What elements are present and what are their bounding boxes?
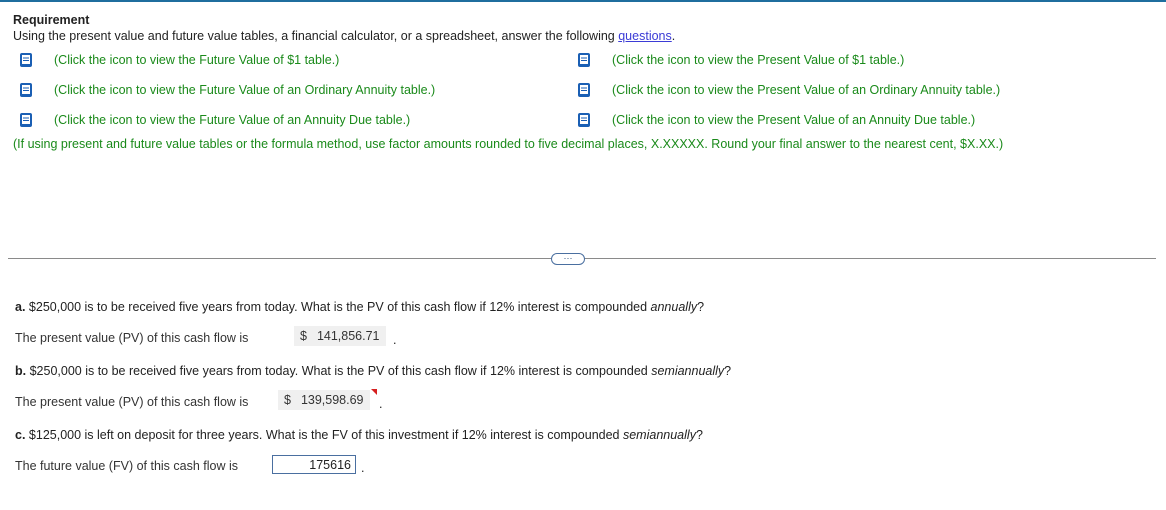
rounding-note: (If using present and future value table… xyxy=(13,137,1004,151)
top-accent-bar xyxy=(0,0,1166,2)
question-c: c. $125,000 is left on deposit for three… xyxy=(15,428,703,442)
table-book-icon[interactable] xyxy=(18,52,34,68)
answer-c-period: . xyxy=(361,461,365,475)
answer-a-value: $141,856.71 xyxy=(294,326,386,346)
answer-b-value: $139,598.69 xyxy=(278,390,370,410)
answer-b-period: . xyxy=(379,397,383,411)
answer-b-label: The present value (PV) of this cash flow… xyxy=(15,395,249,409)
pv-single-table-link[interactable]: (Click the icon to view the Present Valu… xyxy=(576,52,904,68)
requirement-title: Requirement xyxy=(13,13,90,27)
fv-answer-input[interactable] xyxy=(272,455,356,474)
questions-link[interactable]: questions xyxy=(618,29,672,43)
table-book-icon[interactable] xyxy=(18,82,34,98)
more-options-button[interactable]: ··· xyxy=(551,253,585,265)
answer-a-period: . xyxy=(393,333,397,347)
question-a: a. $250,000 is to be received five years… xyxy=(15,300,705,314)
requirement-text: Using the present value and future value… xyxy=(13,29,676,43)
table-book-icon[interactable] xyxy=(576,82,592,98)
pv-ordinary-annuity-table-link[interactable]: (Click the icon to view the Present Valu… xyxy=(576,82,1000,98)
incorrect-flag-icon xyxy=(371,389,377,395)
table-book-icon[interactable] xyxy=(576,112,592,128)
fv-annuity-due-table-link[interactable]: (Click the icon to view the Future Value… xyxy=(18,112,410,128)
fv-ordinary-annuity-table-link[interactable]: (Click the icon to view the Future Value… xyxy=(18,82,435,98)
fv-single-table-link[interactable]: (Click the icon to view the Future Value… xyxy=(18,52,339,68)
answer-c-label: The future value (FV) of this cash flow … xyxy=(15,459,239,473)
question-b: b. $250,000 is to be received five years… xyxy=(15,364,732,378)
answer-a-label: The present value (PV) of this cash flow… xyxy=(15,331,249,345)
pv-annuity-due-table-link[interactable]: (Click the icon to view the Present Valu… xyxy=(576,112,975,128)
table-book-icon[interactable] xyxy=(18,112,34,128)
table-book-icon[interactable] xyxy=(576,52,592,68)
